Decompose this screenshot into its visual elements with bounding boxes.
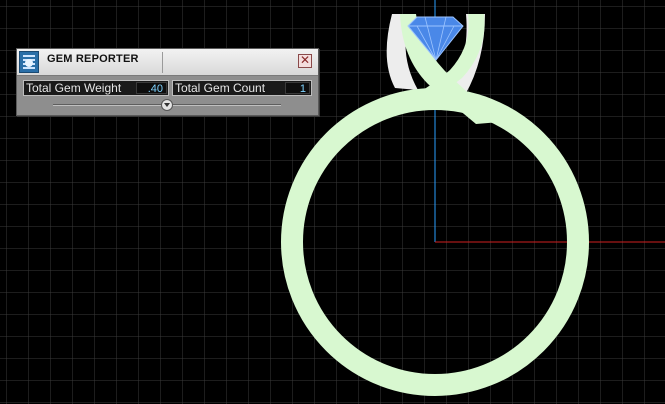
panel-titlebar[interactable]: GEM REPORTER ✕: [17, 49, 318, 76]
total-gem-count-field: Total Gem Count 1: [172, 80, 312, 96]
total-gem-weight-value: .40: [136, 82, 167, 95]
total-gem-count-value: 1: [285, 82, 310, 95]
titlebar-divider: [162, 52, 163, 73]
total-gem-weight-label: Total Gem Weight: [26, 81, 122, 95]
gem-reporter-panel[interactable]: GEM REPORTER ✕ Total Gem Weight .40 Tota…: [16, 48, 319, 116]
gem-reporter-logo-icon: [19, 51, 39, 73]
close-button[interactable]: ✕: [298, 54, 312, 68]
total-gem-weight-field: Total Gem Weight .40: [23, 80, 169, 96]
total-gem-count-label: Total Gem Count: [175, 81, 266, 95]
panel-slider-handle[interactable]: [161, 99, 173, 111]
panel-title: GEM REPORTER: [47, 53, 139, 65]
